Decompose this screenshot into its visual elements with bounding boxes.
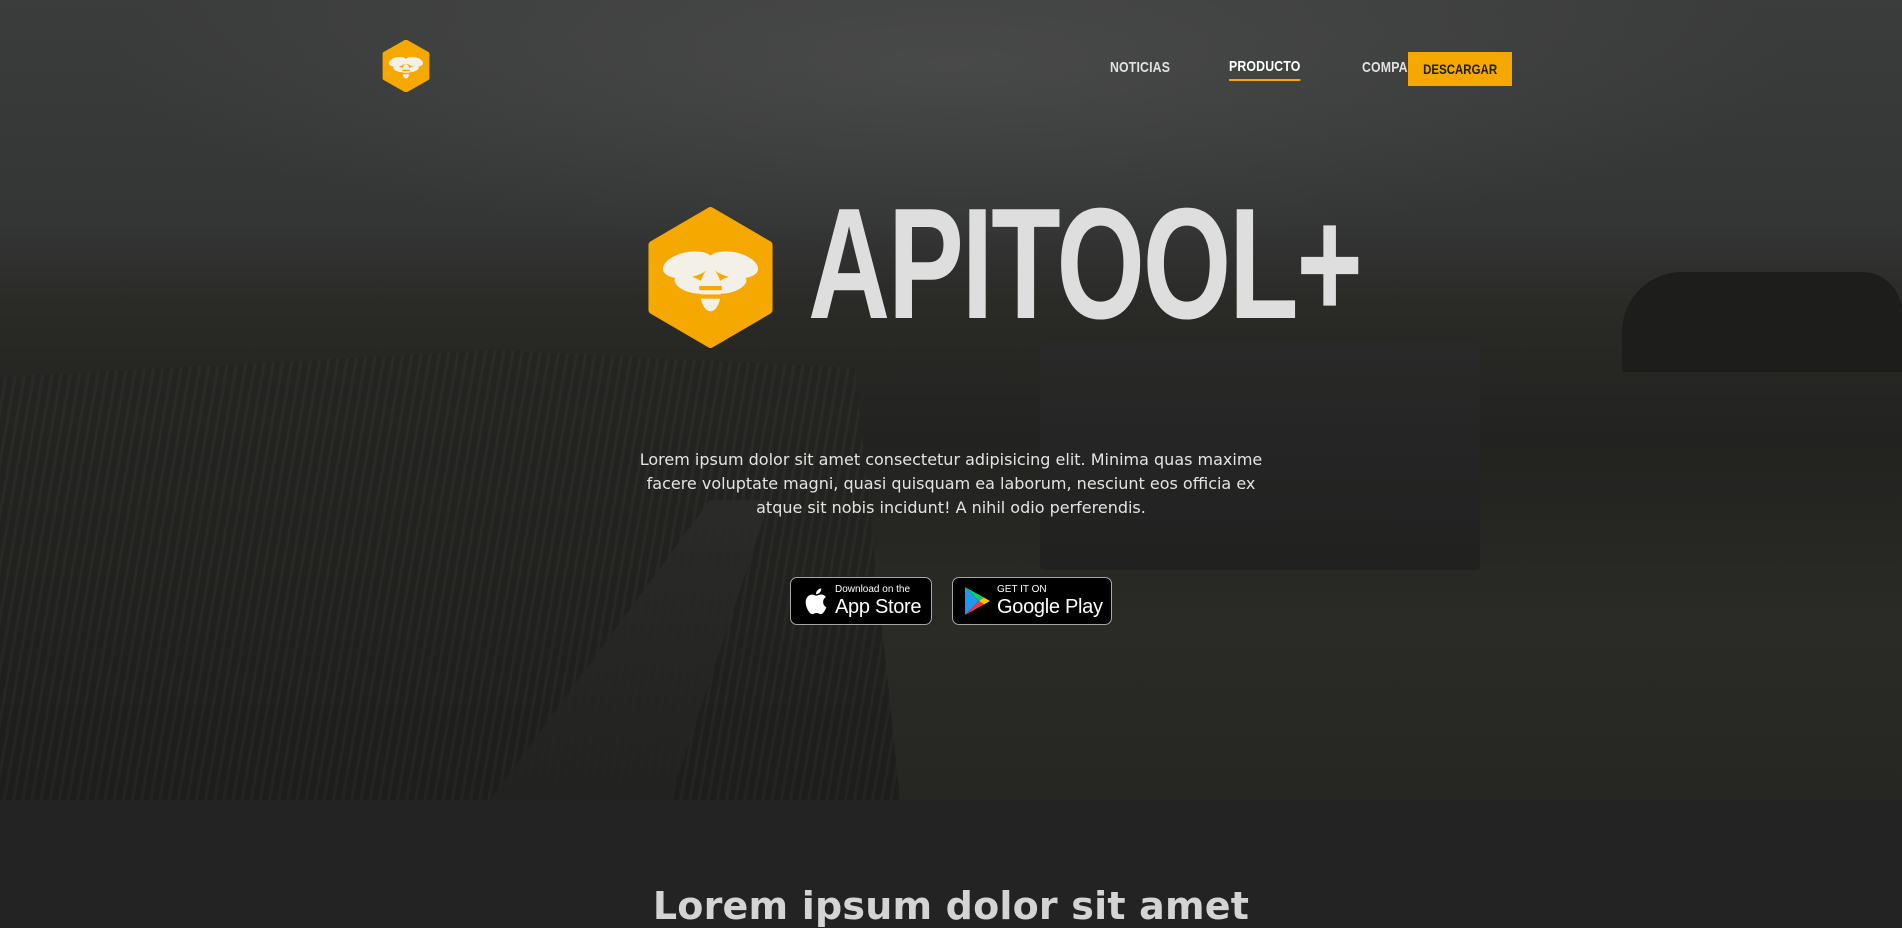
descargar-button[interactable]: DESCARGAR: [1408, 52, 1512, 86]
brand-name: APITOOL+: [808, 176, 1363, 352]
apple-icon: [805, 588, 827, 615]
descargar-button-label: DESCARGAR: [1422, 61, 1497, 77]
content-section: Lorem ipsum dolor sit amet: [0, 800, 1902, 928]
app-store-button[interactable]: Download on the App Store: [790, 577, 932, 625]
nav-logo-bee-hexagon-icon[interactable]: [380, 39, 432, 93]
hero-section: NOTICIAS PRODUCTO COMPAÑÍA DESCARGAR API…: [0, 0, 1902, 800]
google-play-big-label: Google Play: [997, 596, 1103, 618]
section-title: Lorem ipsum dolor sit amet: [652, 884, 1250, 928]
hero-background-field: [0, 350, 900, 800]
nav-link-producto[interactable]: PRODUCTO: [1229, 58, 1301, 81]
hero-brand: APITOOL+: [640, 185, 1363, 350]
google-play-icon: [965, 587, 990, 615]
app-store-text: Download on the App Store: [835, 584, 922, 618]
bee-hexagon-icon: [648, 207, 773, 348]
google-play-small-label: GET IT ON: [997, 584, 1047, 595]
hero-background-trees: [1622, 272, 1902, 372]
app-store-small-label: Download on the: [835, 584, 911, 595]
app-store-big-label: App Store: [835, 596, 922, 618]
google-play-button[interactable]: GET IT ON Google Play: [952, 577, 1112, 625]
nav-link-noticias[interactable]: NOTICIAS: [1110, 59, 1170, 80]
google-play-text: GET IT ON Google Play: [997, 584, 1103, 618]
hero-description: Lorem ipsum dolor sit amet consectetur a…: [639, 450, 1263, 517]
